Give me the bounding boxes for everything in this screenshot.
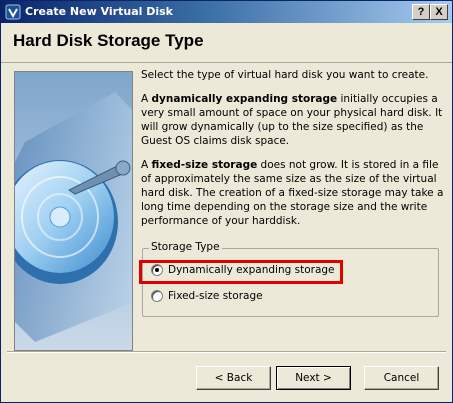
page-title: Hard Disk Storage Type [13,31,204,50]
highlight-box [139,260,343,284]
window-title: Create New Virtual Disk [25,5,173,18]
page-header: Hard Disk Storage Type [1,23,452,63]
hard-disk-icon [15,92,132,342]
radio-fixed[interactable]: Fixed-size storage [151,290,263,302]
help-button[interactable]: ? [412,4,430,20]
dynamic-prefix: A [141,93,152,105]
dialog-window: Create New Virtual Disk ? X Hard Disk St… [0,0,453,403]
back-button[interactable]: < Back [196,366,271,390]
radio-fixed-label[interactable]: Fixed-size storage [168,290,263,302]
close-button[interactable]: X [430,4,448,20]
cancel-button[interactable]: Cancel [364,366,439,390]
dynamic-description: A dynamically expanding storage initiall… [141,92,446,148]
fixed-prefix: A [141,159,152,171]
fixed-description: A fixed-size storage does not grow. It i… [141,158,446,228]
description-text: Select the type of virtual hard disk you… [141,68,446,238]
button-separator [7,351,446,353]
fixed-term: fixed-size storage [151,159,258,171]
title-bar[interactable]: Create New Virtual Disk ? X [1,1,452,23]
dynamic-term: dynamically expanding storage [151,93,338,105]
next-button[interactable]: Next > [276,366,351,390]
hard-disk-illustration [14,71,133,351]
virtualbox-icon [5,4,21,20]
storage-type-label: Storage Type [149,241,222,253]
intro-text: Select the type of virtual hard disk you… [141,69,429,81]
radio-button-unchecked[interactable] [151,290,163,302]
